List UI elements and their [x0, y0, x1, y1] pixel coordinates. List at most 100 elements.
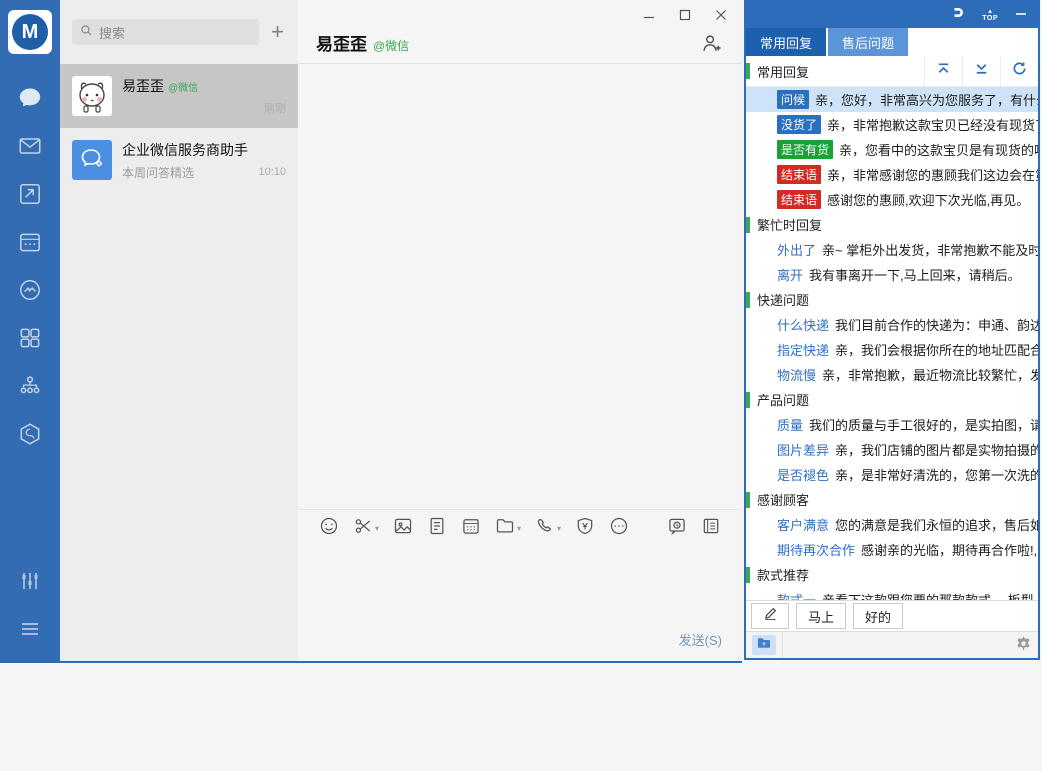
- reply-item[interactable]: 指定快递亲，我们会根据你所在的地址匹配合...: [746, 337, 1038, 362]
- nav-mail[interactable]: [0, 124, 60, 172]
- reply-section-header[interactable]: 感谢顾客: [746, 487, 1038, 512]
- reply-section-header[interactable]: 款式推荐: [746, 562, 1038, 587]
- reply-tag: 问候: [777, 90, 809, 109]
- nav-workbench[interactable]: [0, 172, 60, 220]
- schedule-button[interactable]: [454, 510, 488, 546]
- reply-text: 感谢亲的光临，期待再合作啦!, ...: [861, 540, 1038, 559]
- nav-chat[interactable]: [0, 76, 60, 124]
- payment-button[interactable]: [568, 510, 602, 546]
- refresh-button[interactable]: [1000, 56, 1038, 86]
- quick-phrase-button[interactable]: 马上: [796, 603, 846, 629]
- reply-list-tools: [924, 56, 1038, 86]
- folder-icon: [495, 516, 515, 541]
- nav-org[interactable]: [0, 364, 60, 412]
- reply-text: 我有事离开一下,马上回来，请稍后。: [809, 265, 1038, 284]
- reply-tag: 结束语: [777, 190, 821, 209]
- tab-aftersale-questions[interactable]: 售后问题: [828, 28, 908, 56]
- app-logo[interactable]: M: [8, 10, 52, 54]
- reply-item[interactable]: 问候亲，您好，非常高兴为您服务了，有什么...: [746, 87, 1038, 112]
- reply-item[interactable]: 是否褪色亲，是非常好清洗的，您第一次洗的...: [746, 462, 1038, 487]
- chat-icon: [17, 85, 43, 116]
- reply-section-header[interactable]: 快递问题: [746, 287, 1038, 312]
- assistant-tabs: 常用回复 售后问题: [746, 28, 1038, 56]
- chat-item-name: 企业微信服务商助手: [122, 140, 248, 160]
- nav-miniprogram[interactable]: [0, 412, 60, 460]
- maximize-button[interactable]: [672, 4, 698, 26]
- calendar-icon: [17, 229, 43, 260]
- org-chart-icon: [17, 373, 43, 404]
- reply-item[interactable]: 离开我有事离开一下,马上回来，请稍后。: [746, 262, 1038, 287]
- reply-item[interactable]: 图片差异亲，我们店铺的图片都是实物拍摄的...: [746, 437, 1038, 462]
- edit-phrases-button[interactable]: [751, 603, 789, 629]
- panel-minimize-button[interactable]: [1014, 6, 1028, 25]
- screenshot-button[interactable]: ▾: [346, 510, 386, 546]
- nav-bottom: [0, 559, 60, 655]
- sliders-icon: [18, 569, 42, 598]
- reply-item[interactable]: 客户满意您的满意是我们永恒的追求，售后如...: [746, 512, 1038, 537]
- reply-item[interactable]: 没货了亲，非常抱歉这款宝贝已经没有现货了...: [746, 112, 1038, 137]
- message-input-area[interactable]: 发送(S): [298, 546, 742, 661]
- quick-phrase-button[interactable]: 好的: [853, 603, 903, 629]
- refresh-icon: [1012, 61, 1027, 81]
- reply-keyword: 款式一: [777, 590, 816, 600]
- add-button[interactable]: +: [269, 21, 286, 43]
- section-marker: [746, 292, 750, 308]
- assistant-panel: ▲ TOP 常用回复 售后问题 常用回复 问候亲，您好，非常高兴为您服务了，有什…: [744, 0, 1040, 660]
- reply-item[interactable]: 质量我们的质量与手工很好的，是实拍图，请...: [746, 412, 1038, 437]
- assistant-titlebar: ▲ TOP: [746, 2, 1038, 28]
- magnet-snap-button[interactable]: [950, 5, 966, 26]
- call-button[interactable]: ▾: [528, 510, 568, 546]
- chat-main: 易歪歪 @微信 ▾ ▾ ▾: [298, 0, 742, 661]
- add-member-button[interactable]: [700, 32, 722, 59]
- reply-item[interactable]: 是否有货亲，您看中的这款宝贝是有现货的呢...: [746, 137, 1038, 162]
- reply-text: 亲，我们店铺的图片都是实物拍摄的...: [835, 440, 1038, 459]
- pin-top-button[interactable]: ▲ TOP: [982, 9, 998, 22]
- reply-item[interactable]: 结束语感谢您的惠顾,欢迎下次光临,再见。: [746, 187, 1038, 212]
- folder-button[interactable]: ▾: [488, 510, 528, 546]
- collapse-all-button[interactable]: [924, 56, 962, 86]
- more-ellipsis-icon: [609, 516, 629, 541]
- send-button[interactable]: 发送(S): [679, 630, 722, 649]
- reply-section-header[interactable]: 繁忙时回复: [746, 212, 1038, 237]
- nav-filters[interactable]: [0, 559, 60, 607]
- person-add-icon: [700, 41, 722, 58]
- folder-icon: [757, 636, 771, 654]
- phrase-library-button[interactable]: [752, 635, 776, 655]
- reply-text: 亲，非常抱歉这款宝贝已经没有现货了...: [827, 115, 1038, 134]
- reply-text: 亲，非常感谢您的惠顾我们这边会在第...: [827, 165, 1038, 184]
- message-list-button[interactable]: [694, 516, 728, 541]
- expand-all-button[interactable]: [962, 56, 1000, 86]
- settings-button[interactable]: [1015, 635, 1032, 655]
- chat-history-button[interactable]: [660, 516, 694, 541]
- reply-keyword: 物流慢: [777, 365, 816, 384]
- send-file-button[interactable]: [420, 510, 454, 546]
- app-logo-glyph: M: [12, 14, 48, 50]
- reply-item[interactable]: 结束语亲，非常感谢您的惠顾我们这边会在第...: [746, 162, 1038, 187]
- close-button[interactable]: [708, 4, 734, 26]
- reply-item[interactable]: 款式一亲看下这款跟您要的那款款式， 板型上...: [746, 587, 1038, 600]
- send-image-button[interactable]: [386, 510, 420, 546]
- reply-item[interactable]: 外出了亲~ 掌柜外出发货，非常抱歉不能及时...: [746, 237, 1038, 262]
- more-button[interactable]: [602, 510, 636, 546]
- search-input[interactable]: 搜索: [72, 19, 259, 45]
- reply-section-header[interactable]: 产品问题: [746, 387, 1038, 412]
- minimize-button[interactable]: [636, 4, 662, 26]
- nav-calendar[interactable]: [0, 220, 60, 268]
- chat-history-icon: [667, 516, 687, 541]
- emoji-button[interactable]: [312, 510, 346, 546]
- reply-item[interactable]: 什么快递我们目前合作的快递为：申通、韵达...: [746, 312, 1038, 337]
- window-controls: [636, 4, 734, 26]
- nav-gallery[interactable]: [0, 268, 60, 316]
- nav-apps[interactable]: [0, 316, 60, 364]
- message-area[interactable]: [298, 64, 742, 509]
- nav-menu[interactable]: [0, 607, 60, 655]
- chat-list-item[interactable]: 易歪歪 @微信 刚刚: [60, 64, 298, 128]
- collapse-all-icon: [936, 61, 951, 81]
- reply-text: 我们的质量与手工很好的，是实拍图，请...: [809, 415, 1038, 434]
- chat-list-item[interactable]: 企业微信服务商助手 本周问答精选 10:10: [60, 128, 298, 192]
- tab-common-replies[interactable]: 常用回复: [746, 28, 826, 56]
- reply-keyword: 指定快递: [777, 340, 829, 359]
- wechat-badge: @微信: [373, 37, 409, 54]
- reply-item[interactable]: 物流慢亲，非常抱歉，最近物流比较繁忙，发...: [746, 362, 1038, 387]
- reply-item[interactable]: 期待再次合作感谢亲的光临，期待再合作啦!, ...: [746, 537, 1038, 562]
